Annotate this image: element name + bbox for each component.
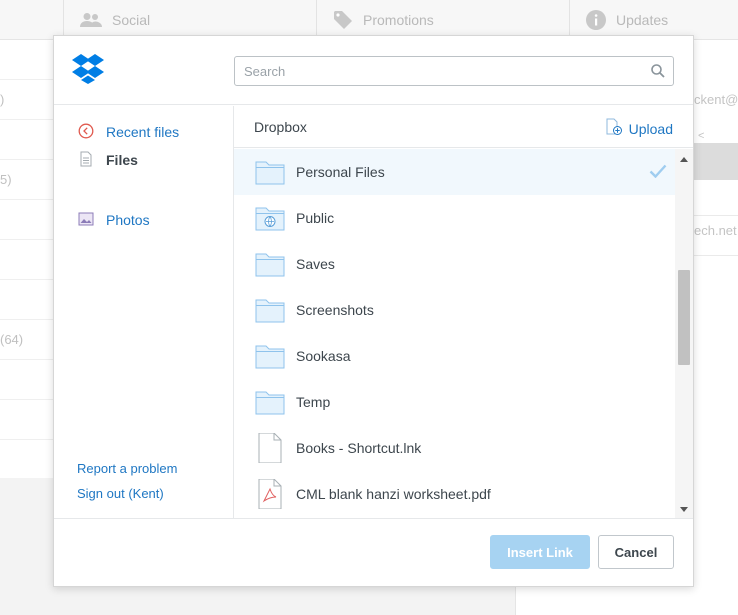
- dialog-header: [54, 36, 693, 105]
- dialog-sidebar: Recent files Files Photos Report a probl…: [54, 106, 234, 518]
- sidebar-item-recent-files[interactable]: Recent files: [78, 122, 179, 142]
- list-item[interactable]: Books - Shortcut.lnk: [234, 425, 675, 471]
- pdf-icon: [255, 478, 285, 510]
- list-item[interactable]: Temp: [234, 379, 675, 425]
- document-icon: [78, 151, 94, 170]
- people-icon: [80, 12, 102, 28]
- list-item[interactable]: Sookasa: [234, 333, 675, 379]
- file-name: CML blank hanzi worksheet.pdf: [296, 486, 491, 502]
- sidebar-item-label: Files: [106, 152, 138, 168]
- row-count-fragment: ): [0, 92, 5, 107]
- public-folder-icon: [255, 203, 285, 233]
- dropbox-chooser-dialog: Recent files Files Photos Report a probl…: [53, 35, 694, 587]
- sidebar-item-label: Recent files: [106, 124, 180, 140]
- sign-out-link[interactable]: Sign out (Kent): [77, 486, 164, 501]
- file-name: Personal Files: [296, 164, 385, 180]
- tab-updates-label: Updates: [616, 12, 669, 28]
- checkmark-icon: [649, 164, 667, 183]
- email-fragment: ckent@k: [694, 92, 738, 107]
- arrow-fragment: <: [698, 130, 705, 142]
- list-item[interactable]: Saves: [234, 241, 675, 287]
- scroll-up-arrow-icon[interactable]: [680, 157, 688, 162]
- scroll-thumb[interactable]: [678, 270, 690, 365]
- row-count-fragment: (64): [0, 332, 24, 347]
- file-list: Personal Files Public Saves Screenshots …: [234, 149, 675, 518]
- tab-promotions[interactable]: Promotions: [316, 0, 569, 40]
- clock-icon: [78, 123, 94, 142]
- search-input[interactable]: [235, 57, 635, 85]
- sidebar-item-photos[interactable]: Photos: [78, 210, 150, 230]
- info-icon: [586, 10, 606, 30]
- dropbox-logo-icon: [72, 54, 104, 84]
- file-browser: Dropbox Upload Personal Files Public Sav…: [234, 106, 693, 518]
- file-name: Screenshots: [296, 302, 374, 318]
- tab-promotions-label: Promotions: [363, 12, 434, 28]
- folder-icon: [255, 157, 285, 187]
- upload-label: Upload: [628, 120, 673, 137]
- tag-icon: [333, 10, 353, 30]
- search-box: [234, 56, 674, 86]
- sidebar-item-label: Photos: [106, 212, 150, 228]
- domain-fragment: ech.net: [694, 223, 737, 238]
- tab-social[interactable]: Social: [63, 0, 316, 40]
- inbox-tabs: Social Promotions Updates: [0, 0, 738, 40]
- upload-button[interactable]: Upload: [605, 118, 673, 139]
- scroll-down-arrow-icon[interactable]: [680, 507, 688, 512]
- file-name: Sookasa: [296, 348, 351, 364]
- dialog-footer: Insert Link Cancel: [54, 518, 693, 586]
- cancel-button[interactable]: Cancel: [598, 535, 674, 569]
- list-item[interactable]: CML blank hanzi worksheet.pdf: [234, 471, 675, 517]
- file-name: Temp: [296, 394, 331, 410]
- file-name: Public: [296, 210, 335, 226]
- list-item[interactable]: Personal Files: [234, 149, 675, 195]
- folder-icon: [255, 295, 285, 325]
- report-problem-link[interactable]: Report a problem: [77, 461, 177, 476]
- file-name: Saves: [296, 256, 335, 272]
- file-icon: [255, 432, 285, 464]
- folder-icon: [255, 249, 285, 279]
- breadcrumb: Dropbox Upload: [234, 106, 693, 148]
- folder-icon: [255, 387, 285, 417]
- photo-icon: [78, 211, 94, 230]
- row-count-fragment: 5): [0, 172, 12, 187]
- list-item[interactable]: Screenshots: [234, 287, 675, 333]
- insert-link-button[interactable]: Insert Link: [490, 535, 590, 569]
- tab-social-label: Social: [112, 12, 151, 28]
- breadcrumb-root[interactable]: Dropbox: [254, 119, 307, 135]
- tab-updates[interactable]: Updates: [569, 0, 738, 40]
- vertical-scrollbar[interactable]: [675, 149, 693, 518]
- list-item[interactable]: Public: [234, 195, 675, 241]
- file-name: Books - Shortcut.lnk: [296, 440, 422, 456]
- search-icon[interactable]: [651, 64, 665, 83]
- folder-icon: [255, 341, 285, 371]
- upload-file-icon: [605, 118, 623, 139]
- sidebar-item-files[interactable]: Files: [78, 150, 138, 170]
